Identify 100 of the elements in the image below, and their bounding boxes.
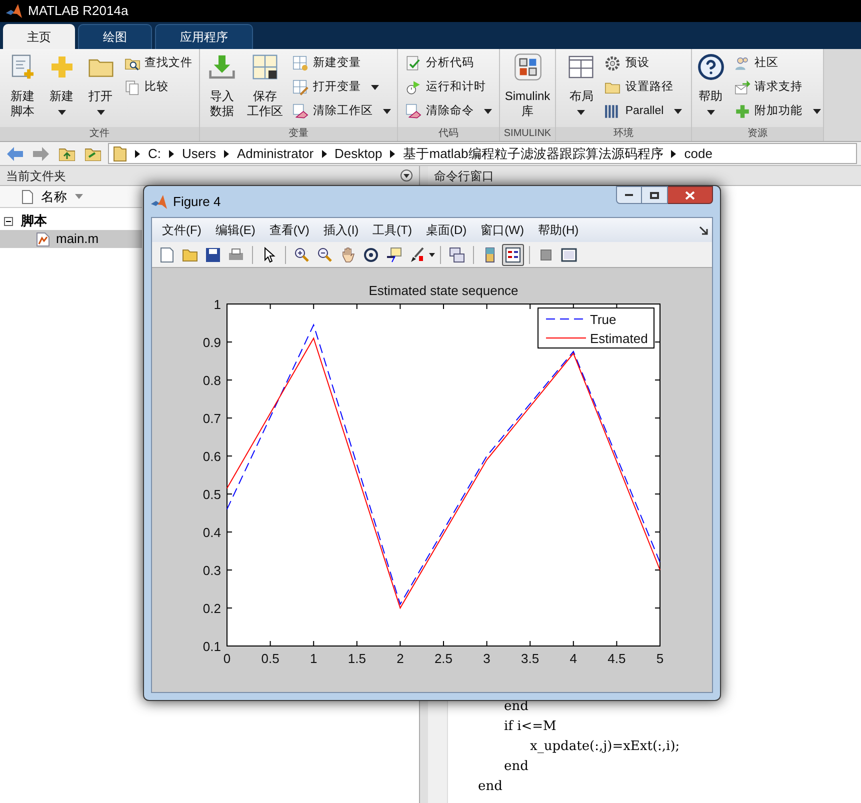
ribbon-button[interactable]: 新建变量 <box>290 53 393 74</box>
ribbon-button[interactable]: 清除命令 <box>403 101 494 122</box>
ribbon-button[interactable]: 清除工作区 <box>290 101 393 122</box>
ribbon-button[interactable]: 导入 数据 <box>204 49 240 127</box>
dropdown-circle-icon[interactable] <box>400 169 413 182</box>
path-segment[interactable]: code <box>684 144 712 164</box>
ribbon-button[interactable]: 社区 <box>732 53 822 74</box>
menu-item[interactable]: 桌面(D) <box>420 221 473 239</box>
code-line: end <box>504 758 528 776</box>
x-tick-label: 5 <box>656 651 664 666</box>
button-label: 保存 <box>253 89 277 104</box>
path-segment[interactable]: Desktop <box>334 144 382 164</box>
group-label: 变量 <box>200 127 397 141</box>
y-tick-label: 1 <box>214 297 221 312</box>
sort-caret-icon <box>75 194 83 199</box>
x-tick-label: 0.5 <box>261 651 280 666</box>
legend-toggle-icon[interactable] <box>502 244 524 266</box>
path-segment[interactable]: Administrator <box>236 144 314 164</box>
ribbon-button[interactable]: 新建 脚本 <box>4 49 40 127</box>
button-label: 布局 <box>569 89 594 104</box>
plus-icon <box>734 103 750 120</box>
folder-icon <box>113 146 127 162</box>
ribbon-tab[interactable]: 主页 <box>3 24 75 49</box>
path-segment[interactable]: C: <box>148 144 161 164</box>
chevron-icon <box>322 150 327 158</box>
caret-icon <box>96 110 104 115</box>
tree-item[interactable]: main.m <box>0 230 142 248</box>
layout-icon <box>567 53 596 81</box>
caret-icon[interactable] <box>429 252 435 256</box>
button-label: 新建 <box>50 89 74 104</box>
column-title: 名称 <box>41 188 67 206</box>
ribbon-button[interactable]: Parallel <box>602 101 684 122</box>
timer-icon <box>405 79 422 96</box>
button-label: Simulink <box>504 89 550 104</box>
matlab-logo-icon <box>6 4 22 18</box>
button-label: 数据 <box>210 104 234 119</box>
x-tick-label: 3.5 <box>521 651 540 666</box>
caret-icon <box>674 109 682 114</box>
ribbon-button[interactable]: 打开 <box>82 49 118 127</box>
tree-item[interactable]: 脚本 <box>0 212 142 230</box>
menu-item[interactable]: 工具(T) <box>366 221 418 239</box>
legend-label: Estimated <box>590 331 648 346</box>
legend-label: True <box>590 312 616 327</box>
code-line: end <box>504 698 528 716</box>
close-button[interactable] <box>668 186 713 204</box>
chevron-icon <box>671 150 676 158</box>
x-tick-label: 0 <box>223 651 231 666</box>
ribbon-button[interactable]: 设置路径 <box>602 77 684 98</box>
button-label: 脚本 <box>10 104 34 119</box>
path-segment[interactable]: 基于matlab编程粒子滤波器跟踪算法源码程序 <box>403 144 664 164</box>
panel-title: 命令行窗口 <box>434 168 494 184</box>
y-tick-label: 0.7 <box>202 411 221 426</box>
menu-item[interactable]: 帮助(H) <box>532 221 585 239</box>
ribbon-tab[interactable]: 绘图 <box>78 24 152 49</box>
minimize-button[interactable] <box>616 186 642 204</box>
ribbon-button[interactable]: 布局 <box>563 49 600 127</box>
ribbon-button[interactable]: 帮助 <box>692 49 728 127</box>
dock-arrow-icon[interactable] <box>699 226 708 234</box>
group-label: SIMULINK <box>500 127 555 141</box>
file-icon <box>22 190 33 204</box>
ribbon-button[interactable]: 分析代码 <box>403 53 494 74</box>
documents-icon <box>124 79 140 96</box>
ribbon-button[interactable]: 预设 <box>602 53 684 74</box>
block-diagram-icon <box>514 53 542 81</box>
button-label: 帮助 <box>698 89 722 104</box>
ribbon-button[interactable]: 保存 工作区 <box>243 49 287 127</box>
ribbon-tab[interactable]: 应用程序 <box>155 24 253 49</box>
ribbon-button[interactable]: 新建 <box>44 49 80 127</box>
collapse-icon[interactable] <box>4 216 13 226</box>
ribbon-button[interactable]: 运行和计时 <box>403 77 494 98</box>
grid-plus-icon <box>292 55 309 72</box>
button-label: 工作区 <box>247 104 283 119</box>
ribbon-button[interactable]: 附加功能 <box>732 101 822 122</box>
maximize-button[interactable] <box>642 186 668 204</box>
ribbon-button[interactable]: 查找文件 <box>122 53 194 74</box>
caret-icon <box>383 109 391 114</box>
menu-item[interactable]: 窗口(W) <box>474 221 530 239</box>
caret-icon <box>812 109 820 114</box>
address-field[interactable]: C: Users Administrator Desktop 基于matlab编程粒子滤波器跟踪算法源码程序 code <box>108 143 857 164</box>
x-tick-label: 1 <box>310 651 318 666</box>
group-label: 环境 <box>556 127 691 141</box>
matlab-logo-icon <box>151 194 167 208</box>
chevron-icon <box>390 150 396 158</box>
y-tick-label: 0.3 <box>202 563 221 578</box>
menu-item[interactable]: 编辑(E) <box>209 221 262 239</box>
eraser-icon <box>292 103 309 120</box>
menu-item[interactable]: 查看(V) <box>263 221 316 239</box>
code-line: x_update(:,j)=xExt(:,i); <box>530 738 680 756</box>
ribbon-button[interactable]: 打开变量 <box>290 77 393 98</box>
ribbon-button[interactable]: 比较 <box>122 77 194 98</box>
ribbon-button[interactable]: Simulink 库 <box>500 49 554 127</box>
path-segment[interactable]: Users <box>182 144 216 164</box>
figure-title: Figure 4 <box>173 192 222 211</box>
y-tick-label: 0.5 <box>202 487 221 502</box>
code-line: if i<=M <box>504 718 556 736</box>
column-header[interactable]: 名称 <box>0 186 142 208</box>
import-arrow-icon <box>208 53 236 81</box>
menu-item[interactable]: 文件(F) <box>156 221 208 239</box>
ribbon-button[interactable]: 请求支持 <box>732 77 822 98</box>
menu-item[interactable]: 插入(I) <box>317 221 365 239</box>
